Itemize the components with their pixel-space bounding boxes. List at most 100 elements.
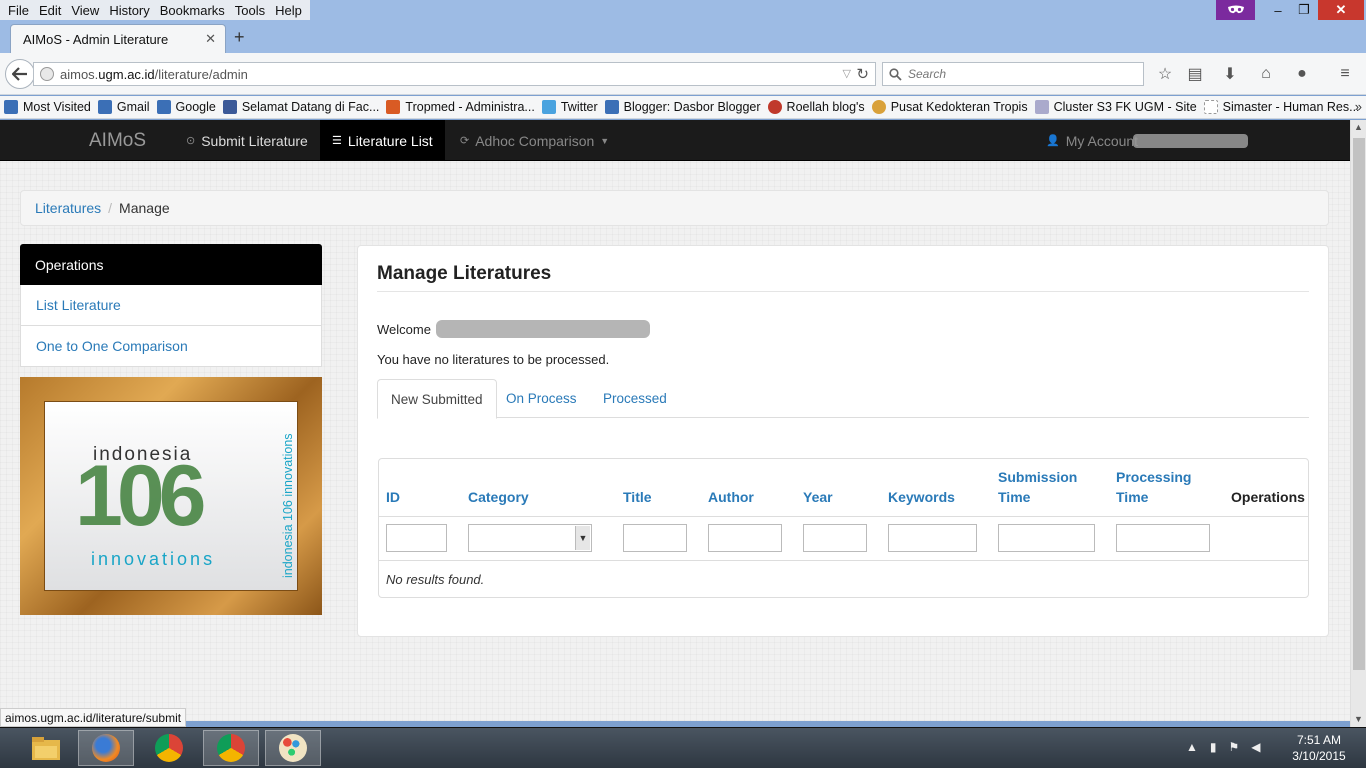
bookmark-star-icon[interactable]: ☆ [1156, 65, 1174, 83]
battery-icon[interactable]: ▮ [1210, 740, 1217, 754]
sidebar-item-one-to-one-comparison[interactable]: One to One Comparison [20, 326, 322, 367]
minimize-button[interactable]: – [1266, 0, 1290, 20]
menu-tools[interactable]: Tools [230, 3, 270, 18]
tab-close-icon[interactable]: ✕ [205, 31, 216, 47]
home-icon[interactable]: ⌂ [1257, 65, 1275, 83]
tab-on-process[interactable]: On Process [493, 379, 590, 418]
bookmark-pusat[interactable]: Pusat Kedokteran Tropis [871, 100, 1028, 114]
tab-processed[interactable]: Processed [590, 379, 680, 418]
title-divider [377, 291, 1309, 292]
filter-id-input[interactable] [386, 524, 447, 552]
chrome-taskbar-button[interactable] [141, 730, 197, 766]
facebook-icon [222, 100, 237, 114]
url-dropdown-icon[interactable]: ▽ [843, 67, 851, 80]
url-text: aimos.ugm.ac.id/literature/admin [60, 66, 248, 82]
menu-help[interactable]: Help [270, 3, 307, 18]
system-tray: ▲ ▮ ⚑ ◀ [1186, 740, 1261, 754]
back-button[interactable] [5, 59, 35, 89]
menu-history[interactable]: History [104, 3, 154, 18]
google-icon [156, 100, 171, 114]
tray-expand-icon[interactable]: ▲ [1186, 740, 1198, 754]
filter-title-input[interactable] [623, 524, 687, 552]
search-bar[interactable]: Search [882, 62, 1144, 86]
bookmark-tropmed[interactable]: Tropmed - Administra... [386, 100, 535, 114]
operations-sidebar: Operations List Literature One to One Co… [20, 244, 322, 367]
restore-button[interactable]: ❐ [1292, 0, 1316, 20]
filter-submission-time-input[interactable] [998, 524, 1095, 552]
close-window-button[interactable]: ✕ [1318, 0, 1364, 20]
filter-processing-time-input[interactable] [1116, 524, 1210, 552]
hamburger-menu-icon[interactable]: ≡ [1336, 65, 1354, 83]
download-icon[interactable]: ⬇ [1221, 65, 1239, 83]
breadcrumb: Literatures / Manage [20, 190, 1329, 226]
column-category[interactable]: Category [468, 487, 529, 507]
column-year[interactable]: Year [803, 487, 833, 507]
bookmark-gmail[interactable]: Gmail [97, 100, 150, 114]
volume-icon[interactable]: ◀ [1251, 740, 1260, 754]
nav-submit-literature[interactable]: ⊙ Submit Literature [186, 120, 308, 161]
column-id[interactable]: ID [386, 487, 400, 507]
column-keywords[interactable]: Keywords [888, 487, 955, 507]
menu-file[interactable]: File [3, 3, 34, 18]
bookmark-label: Pusat Kedokteran Tropis [890, 100, 1028, 114]
bookmarks-overflow-icon[interactable]: » [1355, 99, 1362, 114]
filter-keywords-input[interactable] [888, 524, 977, 552]
nav-adhoc-comparison[interactable]: ⟳ Adhoc Comparison ▼ [460, 120, 609, 161]
firefox-taskbar-button[interactable] [78, 730, 134, 766]
menu-bookmarks[interactable]: Bookmarks [155, 3, 230, 18]
manage-literatures-panel: Manage Literatures Welcome You have no l… [357, 245, 1329, 637]
bookmarks-menu-icon[interactable]: ▤ [1186, 65, 1204, 83]
file-explorer-taskbar-button[interactable] [18, 730, 74, 766]
column-submission-time[interactable]: Submission Time [998, 467, 1093, 507]
bookmark-label: Cluster S3 FK UGM - Site [1053, 100, 1197, 114]
breadcrumb-literatures-link[interactable]: Literatures [35, 200, 101, 216]
no-literatures-message: You have no literatures to be processed. [377, 352, 610, 367]
bookmark-facebook[interactable]: Selamat Datang di Fac... [222, 100, 379, 114]
column-title[interactable]: Title [623, 487, 652, 507]
list-icon: ☰ [332, 135, 342, 147]
bookmark-cluster[interactable]: Cluster S3 FK UGM - Site [1034, 100, 1197, 114]
bookmark-simaster[interactable]: Simaster - Human Res... [1203, 100, 1360, 114]
tab-strip: AIMoS - Admin Literature ✕ + [0, 21, 1366, 53]
sidebar-item-list-literature[interactable]: List Literature [20, 285, 322, 326]
scroll-down-icon[interactable]: ▼ [1354, 714, 1363, 724]
flag-icon[interactable]: ⚑ [1229, 740, 1240, 754]
paint-taskbar-button[interactable] [265, 730, 321, 766]
browser-tab[interactable]: AIMoS - Admin Literature ✕ [10, 24, 226, 53]
nav-my-account[interactable]: 👤 My Account [1046, 120, 1138, 161]
scroll-up-icon[interactable]: ▲ [1354, 122, 1363, 132]
column-author[interactable]: Author [708, 487, 754, 507]
filter-category-select[interactable]: ▼ [468, 524, 592, 552]
literature-grid: ID Category Title Author Year Keywords S… [378, 458, 1309, 598]
bookmark-google[interactable]: Google [156, 100, 216, 114]
bookmark-twitter[interactable]: Twitter [541, 100, 598, 114]
tab-new-submitted[interactable]: New Submitted [377, 379, 497, 419]
menu-bar: File Edit View History Bookmarks Tools H… [0, 0, 1366, 21]
brand-logo[interactable]: AIMoS [89, 130, 146, 152]
page-scrollbar[interactable]: ▲ ▼ [1350, 120, 1366, 727]
twitter-icon [541, 100, 556, 114]
taskbar-clock[interactable]: 7:51 AM 3/10/2015 [1284, 732, 1354, 764]
gmail-icon [97, 100, 112, 114]
menu-edit[interactable]: Edit [34, 3, 66, 18]
nav-literature-list[interactable]: ☰ Literature List [320, 120, 445, 161]
bookmark-roellah[interactable]: Roellah blog's [767, 100, 865, 114]
nav-label: Literature List [347, 132, 433, 149]
new-tab-button[interactable]: + [234, 27, 245, 48]
chrome-taskbar-button-2[interactable] [203, 730, 259, 766]
bookmark-blogger[interactable]: Blogger: Dasbor Blogger [604, 100, 761, 114]
bookmark-label: Most Visited [23, 100, 91, 114]
windows-taskbar: ▲ ▮ ⚑ ◀ 7:51 AM 3/10/2015 [0, 727, 1366, 768]
reload-icon[interactable]: ↻ [856, 65, 869, 83]
filter-year-input[interactable] [803, 524, 867, 552]
select-arrow-icon: ▼ [575, 526, 590, 550]
chat-icon[interactable]: ● [1293, 65, 1311, 83]
menu-view[interactable]: View [66, 3, 104, 18]
nav-label: Submit Literature [201, 132, 308, 149]
bookmark-most-visited[interactable]: Most Visited [4, 100, 91, 114]
scroll-thumb[interactable] [1353, 138, 1365, 670]
column-processing-time[interactable]: Processing Time [1116, 467, 1206, 507]
url-bar[interactable]: aimos.ugm.ac.id/literature/admin ▽ ↻ [33, 62, 876, 86]
filter-author-input[interactable] [708, 524, 782, 552]
private-mask-icon[interactable] [1216, 0, 1255, 20]
